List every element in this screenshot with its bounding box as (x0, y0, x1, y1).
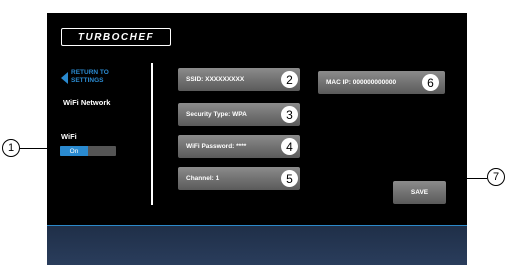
save-button[interactable]: SAVE (393, 181, 446, 204)
badge-2: 2 (281, 71, 298, 88)
wifi-toggle[interactable]: On (60, 146, 116, 156)
wifi-label: WiFi (61, 132, 77, 141)
security-type-label: Security Type: WPA (186, 111, 247, 118)
ssid-field-label: SSID: XXXXXXXXX (186, 76, 245, 83)
badge-4: 4 (281, 138, 298, 155)
channel-label: Channel: 1 (186, 175, 220, 182)
back-arrow-icon[interactable] (61, 72, 68, 84)
badge-3: 3 (281, 106, 298, 123)
badge-5: 5 (281, 170, 298, 187)
vertical-divider (151, 63, 153, 205)
wifi-toggle-on[interactable]: On (60, 146, 88, 156)
turbochef-logo: TURBOCHEF (61, 28, 171, 46)
footer-band (47, 225, 467, 265)
callout-7: 7 (487, 168, 505, 186)
mac-ip-label: MAC IP: 000000000000 (326, 79, 397, 86)
section-title: WiFi Network (63, 98, 111, 107)
wifi-password-label: WiFi Password: **** (186, 143, 247, 150)
badge-6: 6 (422, 74, 439, 91)
device-screen: TURBOCHEF RETURN TO SETTINGS WiFi Networ… (47, 13, 467, 265)
callout-1: 1 (2, 139, 20, 157)
return-to-settings-link[interactable]: RETURN TO SETTINGS (71, 69, 131, 85)
